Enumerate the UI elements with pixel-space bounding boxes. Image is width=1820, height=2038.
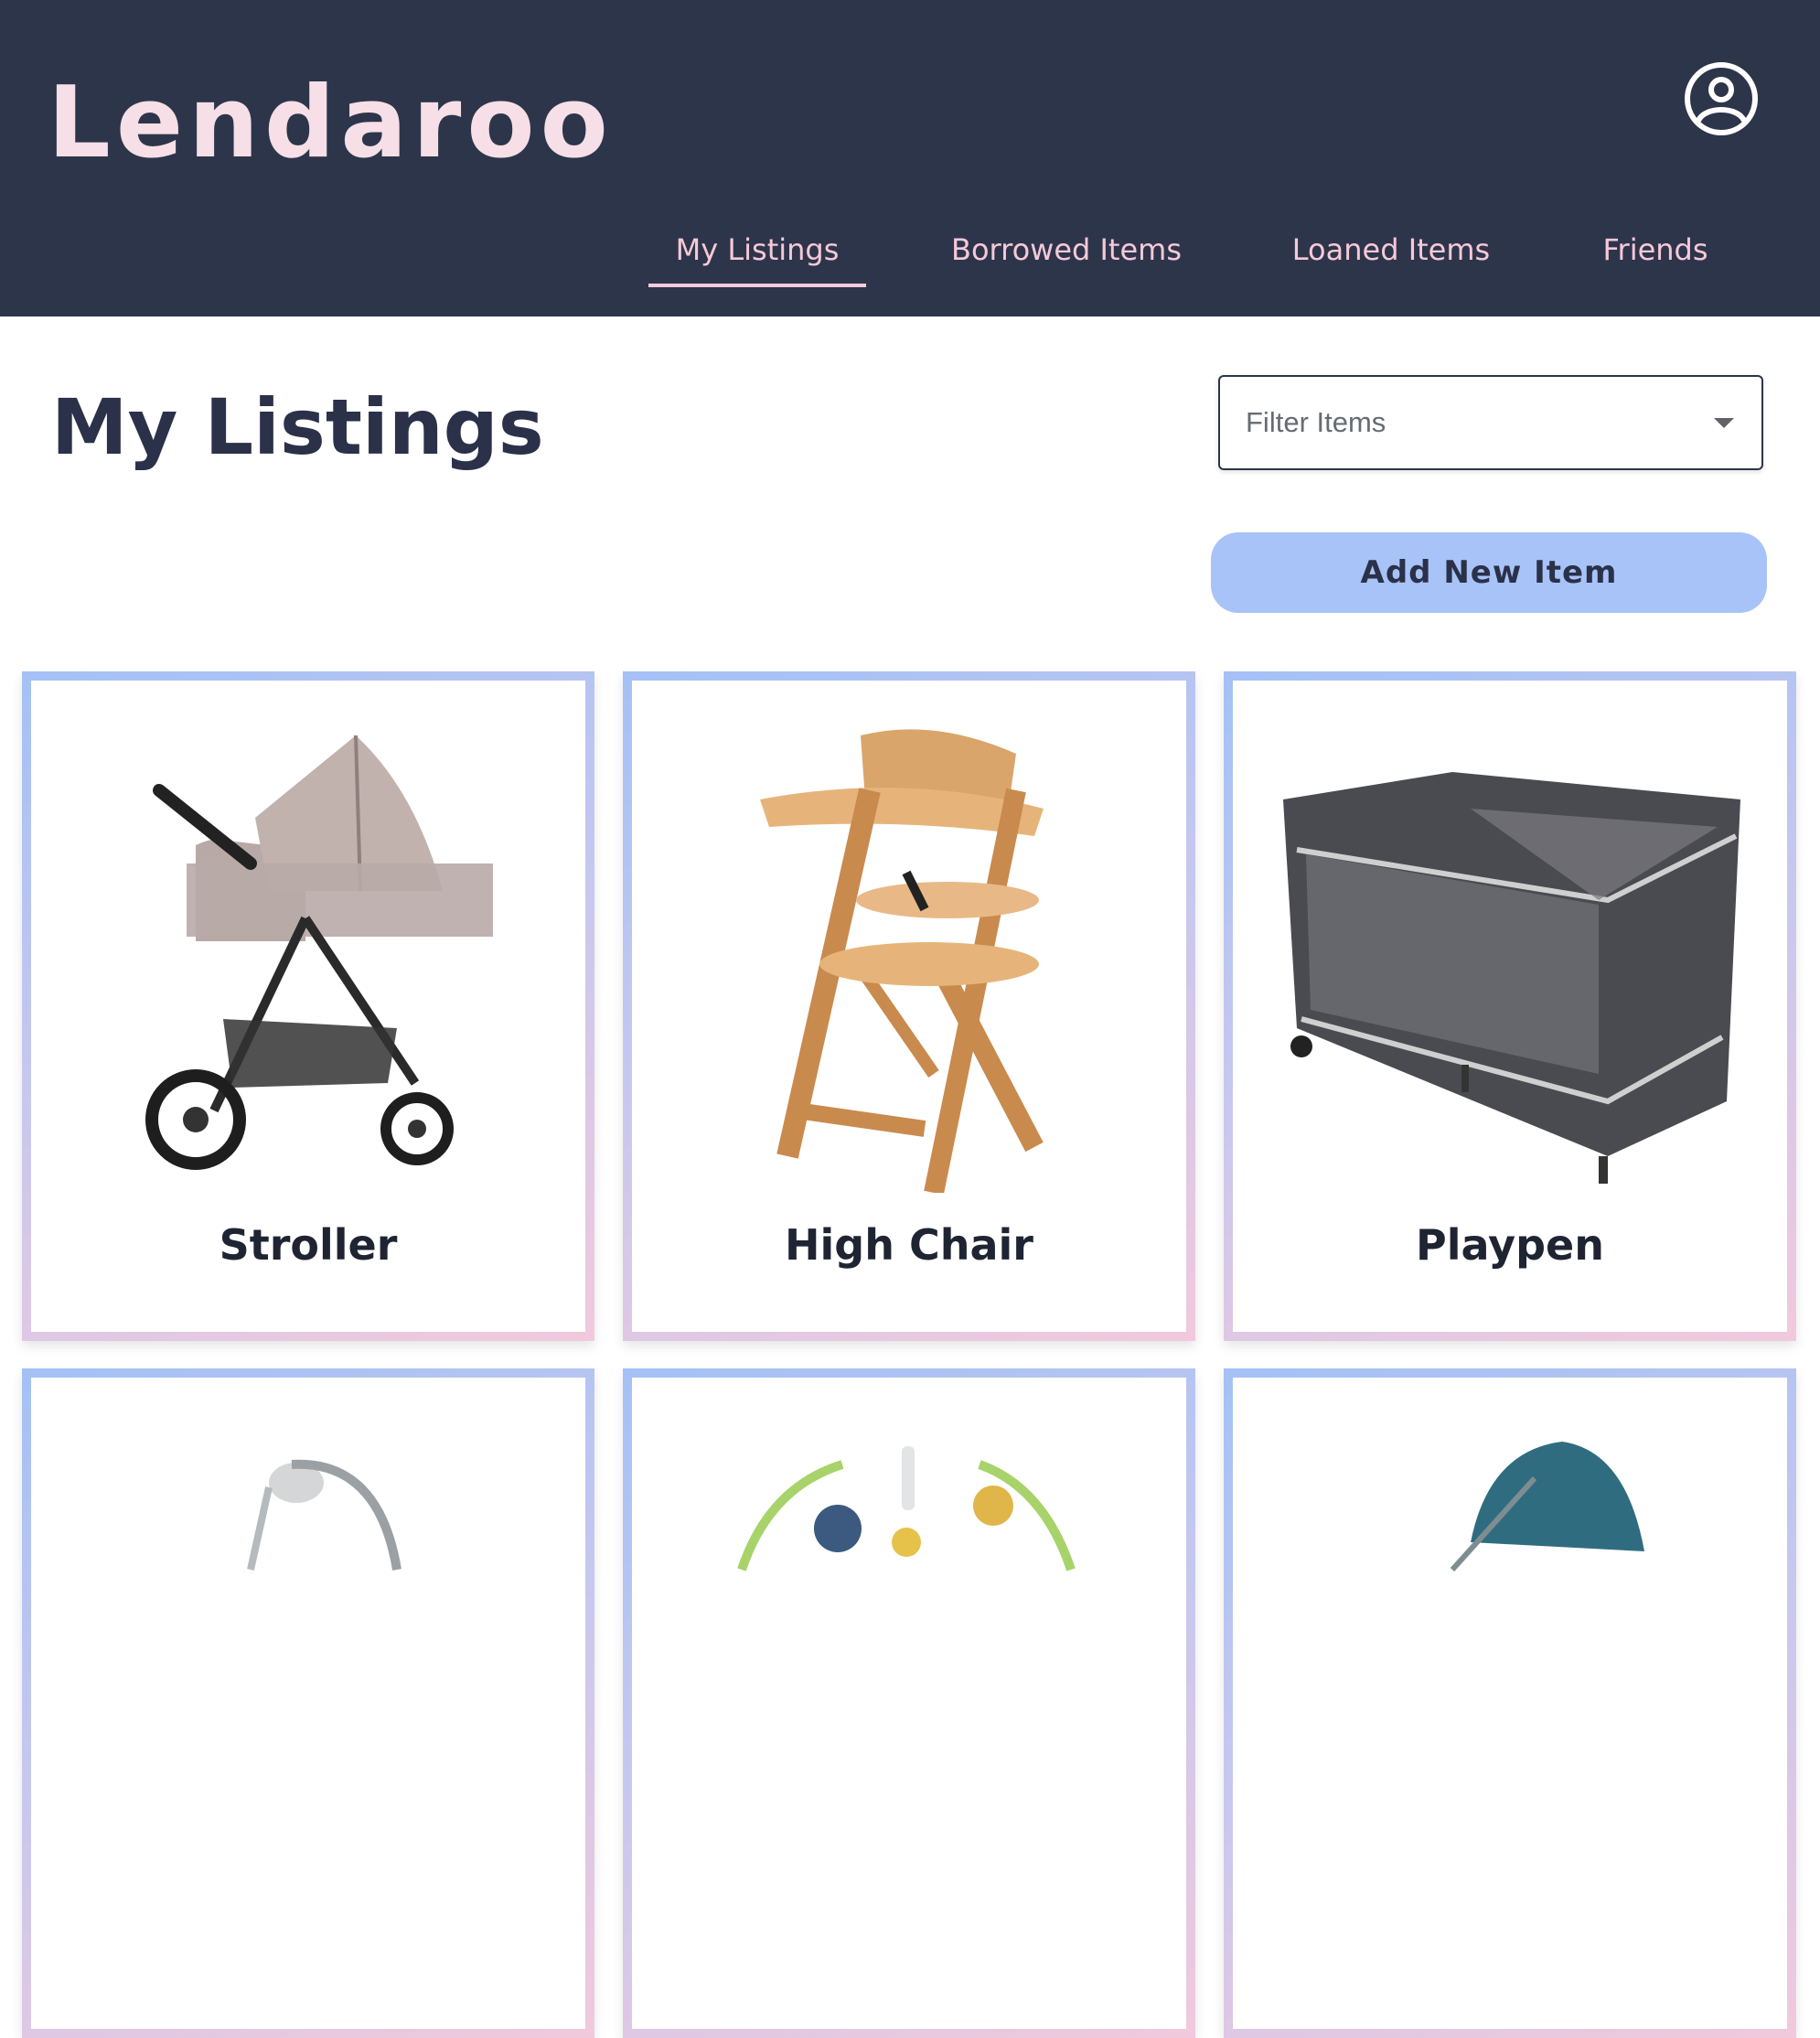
- listing-title: Stroller: [219, 1220, 398, 1270]
- high-chair-image: [760, 729, 1044, 1193]
- listing-card[interactable]: Playpen: [1224, 671, 1796, 1341]
- listing-card[interactable]: High Chair: [623, 671, 1195, 1341]
- listing-card[interactable]: [22, 1368, 594, 2038]
- bouncer-image: [1450, 1442, 1644, 1572]
- listing-card[interactable]: [623, 1368, 1195, 2038]
- filter-select[interactable]: Filter Items: [1218, 375, 1763, 470]
- app-header: Lendaroo My Listings Borrowed Items Loan…: [0, 0, 1820, 316]
- account-icon[interactable]: [1683, 60, 1760, 137]
- stroller-image: [145, 735, 493, 1170]
- nav-friends[interactable]: Friends: [1591, 232, 1719, 284]
- baby-swing-image: [247, 1459, 401, 1571]
- listing-card[interactable]: Stroller: [22, 671, 594, 1341]
- filter-placeholder: Filter Items: [1246, 406, 1386, 438]
- listing-card[interactable]: [1224, 1368, 1796, 2038]
- activity-gym-image: [737, 1446, 1076, 1571]
- nav-loaned-items[interactable]: Loaned Items: [1285, 232, 1497, 284]
- nav-my-listings[interactable]: My Listings: [648, 232, 866, 287]
- main-nav: My Listings Borrowed Items Loaned Items …: [0, 216, 1820, 289]
- nav-borrowed-items[interactable]: Borrowed Items: [942, 232, 1191, 284]
- add-new-item-button[interactable]: Add New Item: [1211, 532, 1767, 613]
- playpen-image: [1283, 772, 1740, 1184]
- dropdown-arrow-icon: [1714, 418, 1734, 428]
- listing-title: Playpen: [1416, 1220, 1604, 1270]
- app-logo[interactable]: Lendaroo: [48, 66, 614, 180]
- page-title: My Listings: [51, 382, 544, 472]
- listing-title: High Chair: [785, 1220, 1033, 1270]
